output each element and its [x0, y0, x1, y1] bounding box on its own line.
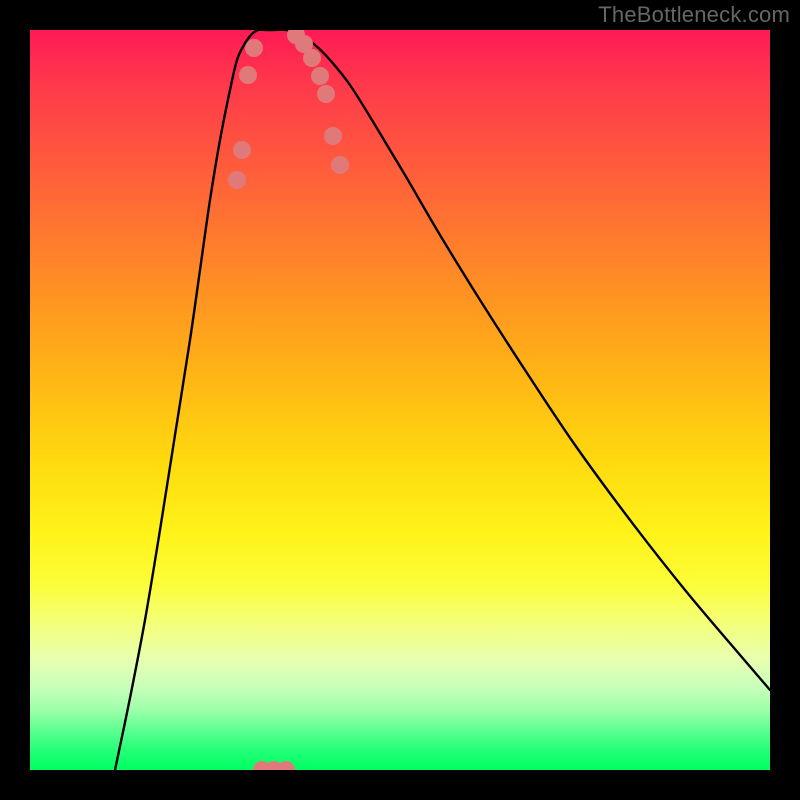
data-marker	[277, 761, 295, 770]
data-marker	[311, 67, 329, 85]
bottleneck-curve	[115, 30, 770, 770]
overlay-svg	[30, 30, 770, 770]
plot-area	[30, 30, 770, 770]
data-marker	[245, 39, 263, 57]
data-marker	[233, 141, 251, 159]
markers-group	[228, 30, 349, 770]
data-marker	[331, 156, 349, 174]
data-marker	[303, 49, 321, 67]
data-marker	[317, 85, 335, 103]
attribution-text: TheBottleneck.com	[598, 2, 790, 28]
data-marker	[228, 171, 246, 189]
data-marker	[239, 66, 257, 84]
chart-frame: TheBottleneck.com	[0, 0, 800, 800]
data-marker	[324, 127, 342, 145]
